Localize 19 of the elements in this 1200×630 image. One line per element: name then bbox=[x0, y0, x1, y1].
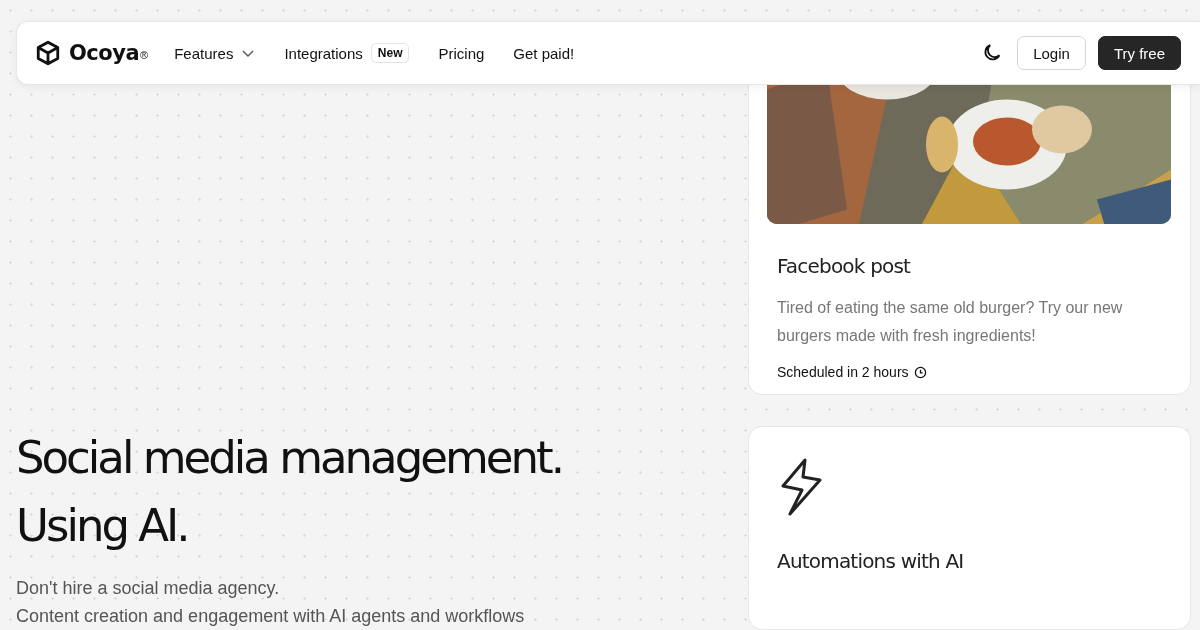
card-title: Automations with AI bbox=[777, 548, 965, 573]
hero-subtitle: Content creation and engagement with AI agents and workflows bbox=[16, 605, 526, 628]
nav-link[interactable]: Integrations bbox=[284, 44, 363, 62]
try-free-button[interactable]: Try free bbox=[1097, 36, 1181, 70]
hero-subtitle: Don't hire a social media agency. bbox=[16, 577, 281, 600]
schedule-status: Scheduled in 2 hours bbox=[777, 364, 909, 380]
hero-heading: Using AI. bbox=[16, 498, 188, 554]
registered-mark: ® bbox=[140, 49, 149, 61]
nav-link[interactable]: Features bbox=[174, 44, 256, 62]
login-button[interactable]: Login bbox=[1017, 36, 1086, 70]
card-text: Tired of eating the same old burger? Try our new burgers made with fresh ingredients! bbox=[777, 298, 1124, 346]
cube-icon bbox=[35, 40, 61, 66]
new-badge: New bbox=[370, 43, 410, 63]
logo-text[interactable]: Ocoya bbox=[69, 41, 140, 65]
nav-link[interactable]: Pricing bbox=[438, 44, 485, 62]
clock-icon bbox=[913, 365, 927, 379]
hero-heading: Social media management. bbox=[16, 430, 562, 486]
nav-link[interactable]: Get paid! bbox=[513, 44, 575, 62]
card-title: Facebook post bbox=[777, 254, 912, 278]
